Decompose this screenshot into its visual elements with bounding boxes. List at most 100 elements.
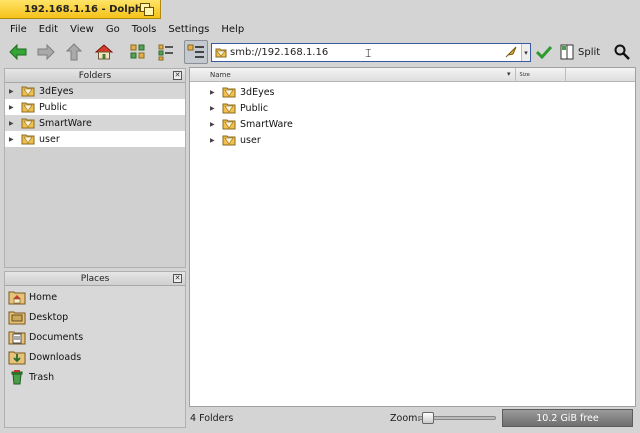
zoom-label: Zoom: [390,412,421,424]
place-item-home[interactable]: Home [5,287,185,307]
place-item-desktop[interactable]: Desktop [5,307,185,327]
zoom-slider-handle[interactable] [422,412,434,424]
free-space-label: 10.2 GiB free [536,412,599,424]
menu-edit[interactable]: Edit [33,24,64,35]
folder-tree-item[interactable]: ▶ SmartWare [5,115,185,131]
home-button[interactable] [92,40,116,64]
column-size-label: Size [519,72,530,78]
folders-panel-title: Folders [78,70,112,81]
window-maximize-icon[interactable] [140,3,154,16]
trash-icon [11,370,23,385]
place-label: Downloads [29,351,82,363]
desktop-folder-icon [8,311,26,325]
column-name-label: Name [210,71,231,79]
menu-settings[interactable]: Settings [162,24,215,35]
close-icon[interactable]: ✕ [173,274,182,283]
text-cursor-icon: 𝙸 [364,46,373,60]
menu-go[interactable]: Go [100,24,126,35]
menu-file[interactable]: File [4,24,33,35]
home-folder-icon [8,291,26,305]
place-item-documents[interactable]: Documents [5,327,185,347]
menu-view[interactable]: View [64,24,100,35]
menu-tools[interactable]: Tools [126,24,163,35]
network-folder-icon [21,102,35,113]
item-label: Public [240,102,269,114]
window-title: 192.168.1.16 - Dolphin [24,3,153,15]
column-name-header[interactable]: Name ▾ [190,68,516,82]
column-size-header[interactable]: Size [516,68,567,82]
folders-panel: Folders ✕ ▶ 3dEyes ▶ Public ▶ SmartWare … [4,68,186,268]
status-bar: 4 Folders Zoom: 10.2 GiB free [189,408,636,428]
item-label: user [240,134,261,146]
column-other-header[interactable] [566,68,635,82]
network-folder-icon [215,48,227,58]
file-view[interactable]: Name ▾ Size ▶ 3dEyes ▶ Public ▶ SmartWar… [189,67,636,407]
menu-help[interactable]: Help [215,24,250,35]
window-title-tab[interactable]: 192.168.1.16 - Dolphin [0,0,161,19]
close-icon[interactable]: ✕ [173,71,182,80]
back-button[interactable] [6,40,30,64]
folder-tree-item[interactable]: ▶ Public [5,99,185,115]
list-item[interactable]: ▶ user [190,132,635,148]
folder-tree-item[interactable]: ▶ user [5,131,185,147]
place-item-downloads[interactable]: Downloads [5,347,185,367]
go-button[interactable] [532,40,556,64]
checkmark-icon [536,45,552,59]
expand-arrow-icon[interactable]: ▶ [210,89,222,96]
split-label: Split [578,46,601,58]
place-item-trash[interactable]: Trash [5,367,185,387]
up-button[interactable] [62,40,86,64]
search-icon [614,44,630,60]
network-folder-icon [21,118,35,129]
columns-view-icon [187,44,204,58]
location-dropdown-icon[interactable]: ▾ [521,44,530,61]
location-url: smb://192.168.1.16 [230,47,329,58]
expand-arrow-icon[interactable]: ▶ [210,105,222,112]
expand-arrow-icon[interactable]: ▶ [210,121,222,128]
documents-folder-icon [8,331,26,345]
downloads-folder-icon [8,351,26,365]
sort-descending-icon: ▾ [507,70,511,78]
folder-tree-item[interactable]: ▶ 3dEyes [5,83,185,99]
expand-arrow-icon[interactable]: ▶ [9,88,21,95]
folder-tree-label: user [39,133,60,145]
folder-tree-label: 3dEyes [39,85,74,97]
network-folder-icon [222,135,236,146]
places-panel: Places ✕ Home Desktop Documents Download… [4,271,186,428]
list-item[interactable]: ▶ SmartWare [190,116,635,132]
split-view-icon [560,44,574,60]
expand-arrow-icon[interactable]: ▶ [9,120,21,127]
folder-tree-label: Public [39,101,68,113]
view-icons-button[interactable] [126,40,150,64]
place-label: Trash [29,371,55,383]
split-button[interactable]: Split [560,42,606,62]
zoom-slider[interactable] [418,412,496,424]
expand-arrow-icon[interactable]: ▶ [210,137,222,144]
list-item[interactable]: ▶ Public [190,100,635,116]
clear-location-icon[interactable] [505,46,517,58]
free-space-indicator: 10.2 GiB free [502,409,633,427]
place-label: Home [29,291,58,303]
details-view-icon [158,44,173,61]
forward-button[interactable] [34,40,58,64]
expand-arrow-icon[interactable]: ▶ [9,136,21,143]
item-label: SmartWare [240,118,293,130]
forward-arrow-icon [37,44,55,60]
search-button[interactable] [610,40,634,64]
network-folder-icon [21,86,35,97]
status-summary: 4 Folders [190,412,234,424]
place-label: Documents [29,331,84,343]
menu-bar: File Edit View Go Tools Settings Help [0,20,640,38]
view-columns-button[interactable] [184,40,208,64]
title-bar: 192.168.1.16 - Dolphin [0,0,640,19]
view-details-button[interactable] [154,40,178,64]
place-label: Desktop [29,311,69,323]
folder-tree-label: SmartWare [39,117,92,129]
network-folder-icon [222,119,236,130]
icons-view-icon [130,44,145,59]
folders-panel-header: Folders ✕ [5,69,185,83]
item-label: 3dEyes [240,86,275,98]
list-item[interactable]: ▶ 3dEyes [190,84,635,100]
places-panel-title: Places [80,273,110,284]
expand-arrow-icon[interactable]: ▶ [9,104,21,111]
